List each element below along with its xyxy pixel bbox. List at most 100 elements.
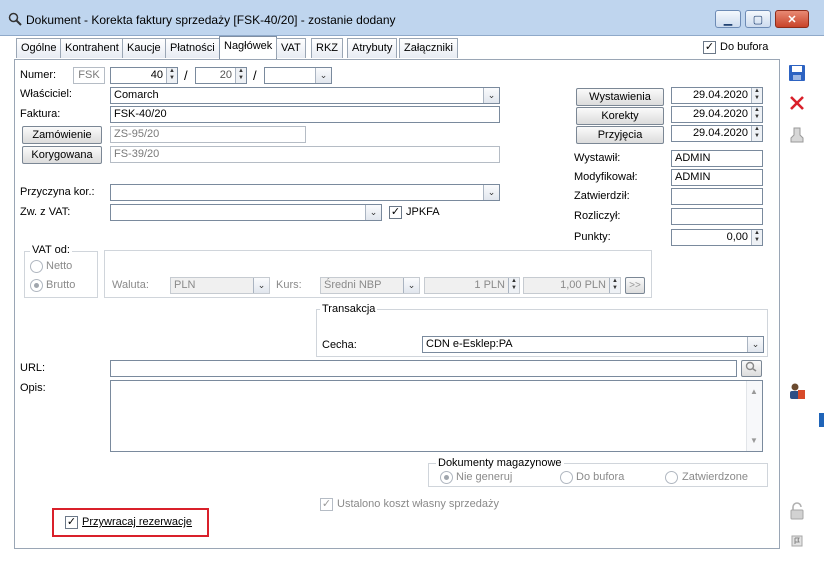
tab-kontrahent[interactable]: Kontrahent xyxy=(60,38,124,58)
zw-vat-select[interactable]: ⌄ xyxy=(110,204,382,221)
przywracaj-rezerwacje-checkbox[interactable]: ✓ xyxy=(65,516,78,529)
numer-year-field[interactable]: 20 ▲ ▼ xyxy=(195,67,247,84)
koszt-checkbox[interactable]: ✓ xyxy=(320,498,333,511)
cecha-select[interactable]: CDN e-Esklep:PA ⌄ xyxy=(422,336,764,353)
spin-icon[interactable]: ▲ ▼ xyxy=(751,88,762,103)
wystawienia-date-field[interactable]: 29.04.2020 ▲ ▼ xyxy=(671,87,763,104)
flag-button[interactable] xyxy=(786,530,808,552)
close-icon: ✕ xyxy=(787,13,797,26)
korekty-button[interactable]: Korekty xyxy=(576,107,664,125)
zatwierdzil-field xyxy=(671,188,763,205)
maximize-icon: ▢ xyxy=(752,13,764,26)
numer-number-field[interactable]: 40 ▲ ▼ xyxy=(110,67,178,84)
nie-generuj-label: Nie generuj xyxy=(456,471,513,483)
tab-platnosci[interactable]: Płatności xyxy=(165,38,220,58)
numer-series-select[interactable]: ⌄ xyxy=(264,67,332,84)
vat-od-title: VAT od: xyxy=(30,244,72,256)
contact-button[interactable] xyxy=(786,380,808,402)
netto-radio[interactable] xyxy=(30,260,43,273)
wystawienia-button[interactable]: Wystawienia xyxy=(576,88,664,106)
rozliczyl-field xyxy=(671,208,763,225)
do-bufora-checkbox[interactable]: ✓ xyxy=(703,41,716,54)
close-button[interactable]: ✕ xyxy=(775,10,809,28)
spin-icon[interactable]: ▲ ▼ xyxy=(166,68,177,83)
nie-generuj-radio[interactable] xyxy=(440,471,453,484)
jpkfa-checkbox[interactable]: ✓ xyxy=(389,206,402,219)
wystawil-label: Wystawił: xyxy=(574,152,621,164)
window-title: Dokument - Korekta faktury sprzedaży [FS… xyxy=(26,13,396,27)
zatwierdzone-radio[interactable] xyxy=(665,471,678,484)
tab-bar: Ogólne Kontrahent Kaucje Płatności Nagłó… xyxy=(14,36,784,60)
korygowana-button[interactable]: Korygowana xyxy=(22,146,102,164)
magnifier-icon xyxy=(745,361,757,372)
cancel-button[interactable] xyxy=(786,92,808,114)
lock-icon xyxy=(790,502,804,520)
chevron-down-icon[interactable]: ⌄ xyxy=(315,68,331,83)
tab-ogolne[interactable]: Ogólne xyxy=(16,38,62,58)
modyfikowal-label: Modyfikował: xyxy=(574,171,638,183)
dok-mag-title: Dokumenty magazynowe xyxy=(436,457,564,469)
chevron-down-icon[interactable]: ⌄ xyxy=(483,88,499,103)
maximize-button[interactable]: ▢ xyxy=(745,10,771,28)
przyjecia-button[interactable]: Przyjęcia xyxy=(576,126,664,144)
brutto-label: Brutto xyxy=(46,279,76,291)
url-open-button[interactable] xyxy=(741,360,762,377)
opis-scrollbar[interactable]: ▲ ▼ xyxy=(746,381,762,451)
faktura-field[interactable]: FSK-40/20 xyxy=(110,106,500,123)
floppy-icon xyxy=(789,65,805,81)
chevron-down-icon[interactable]: ⌄ xyxy=(253,278,269,293)
tab-zalaczniki[interactable]: Załączniki xyxy=(399,38,458,58)
waluta-select[interactable]: PLN ⌄ xyxy=(170,277,270,294)
tab-atrybuty[interactable]: Atrybuty xyxy=(347,38,398,58)
zamowienie-field: ZS-95/20 xyxy=(110,126,306,143)
wystawil-field: ADMIN xyxy=(671,150,763,167)
wlasciciel-select[interactable]: Comarch ⌄ xyxy=(110,87,500,104)
spin-icon[interactable]: ▲ ▼ xyxy=(609,278,620,293)
do-bufora-radio[interactable] xyxy=(560,471,573,484)
przyjecia-date-field[interactable]: 29.04.2020 ▲ ▼ xyxy=(671,125,763,142)
spin-icon[interactable]: ▲ ▼ xyxy=(751,126,762,141)
netto-label: Netto xyxy=(46,260,73,272)
cecha-label: Cecha: xyxy=(322,339,357,351)
numer-prefix-field: FSK xyxy=(73,67,105,84)
kurs-arrow-button[interactable]: >> xyxy=(625,277,645,294)
edge-marker xyxy=(819,413,824,427)
minimize-button[interactable]: ▁ xyxy=(715,10,741,28)
opis-label: Opis: xyxy=(20,382,46,394)
chevron-down-icon[interactable]: ⌄ xyxy=(403,278,419,293)
chevron-down-icon[interactable]: ⌄ xyxy=(365,205,381,220)
spin-icon[interactable]: ▲ ▼ xyxy=(751,107,762,122)
person-card-icon xyxy=(790,383,805,399)
save-button[interactable] xyxy=(786,62,808,84)
spin-icon[interactable]: ▲ ▼ xyxy=(751,230,762,245)
tab-rkz[interactable]: RKZ xyxy=(311,38,343,58)
zatwierdzone-label: Zatwierdzone xyxy=(682,471,749,483)
korekty-date-field[interactable]: 29.04.2020 ▲ ▼ xyxy=(671,106,763,123)
approve-button[interactable] xyxy=(786,124,808,146)
tab-vat[interactable]: VAT xyxy=(276,38,306,58)
przyczyna-select[interactable]: ⌄ xyxy=(110,184,500,201)
zatwierdzil-label: Zatwierdził: xyxy=(574,190,630,202)
kurs-from-field[interactable]: 1 PLN ▲ ▼ xyxy=(424,277,520,294)
faktura-label: Faktura: xyxy=(20,108,61,120)
brutto-radio[interactable] xyxy=(30,279,43,292)
kurs-label: Kurs: xyxy=(276,279,302,291)
close-icon xyxy=(790,96,804,110)
modyfikowal-field: ADMIN xyxy=(671,169,763,186)
zamowienie-button[interactable]: Zamówienie xyxy=(22,126,102,144)
url-field[interactable] xyxy=(110,360,737,377)
numer-label: Numer: xyxy=(20,69,57,81)
tab-kaucje[interactable]: Kaucje xyxy=(122,38,166,58)
kurs-type-select[interactable]: Średni NBP ⌄ xyxy=(320,277,420,294)
chevron-down-icon[interactable]: ⌄ xyxy=(483,185,499,200)
punkty-field[interactable]: 0,00 ▲ ▼ xyxy=(671,229,763,246)
lock-button[interactable] xyxy=(786,500,808,522)
kurs-to-field[interactable]: 1,00 PLN ▲ ▼ xyxy=(523,277,621,294)
tab-naglowek[interactable]: Nagłówek xyxy=(219,36,278,60)
rozliczyl-label: Rozliczył: xyxy=(574,210,621,222)
do-bufora-radio-label: Do bufora xyxy=(576,471,625,483)
opis-textarea[interactable]: ▲ ▼ xyxy=(110,380,763,452)
chevron-down-icon[interactable]: ⌄ xyxy=(747,337,763,352)
spin-icon[interactable]: ▲ ▼ xyxy=(235,68,246,83)
spin-icon[interactable]: ▲ ▼ xyxy=(508,278,519,293)
